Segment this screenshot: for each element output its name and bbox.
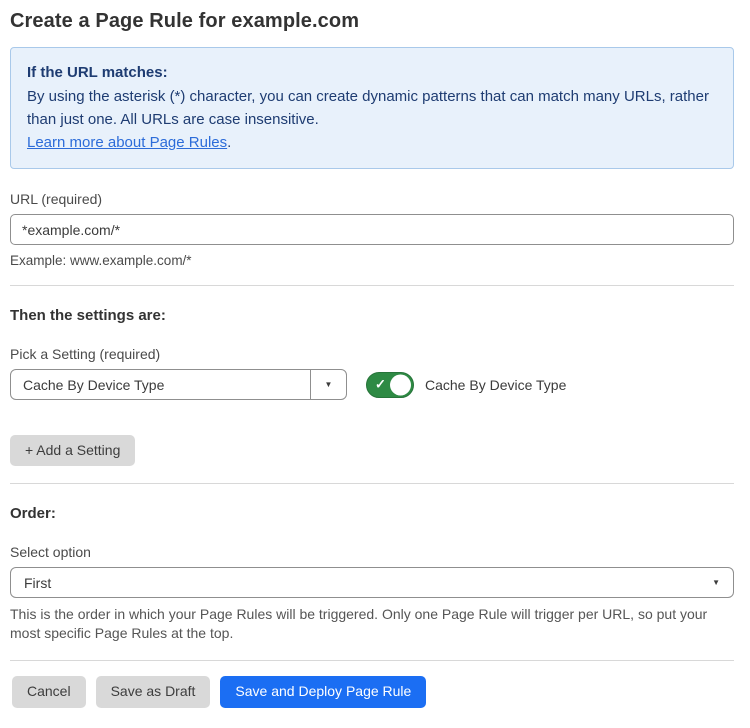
checkmark-icon: ✓: [375, 376, 386, 392]
page-rule-form: Create a Page Rule for example.com If th…: [0, 0, 750, 728]
save-as-draft-button[interactable]: Save as Draft: [96, 676, 211, 707]
chevron-down-icon: ▼: [712, 579, 720, 587]
divider: [10, 285, 734, 286]
toggle-label: Cache By Device Type: [425, 377, 566, 393]
info-banner-body: By using the asterisk (*) character, you…: [27, 85, 717, 131]
order-section-heading: Order:: [10, 505, 734, 522]
order-select-label: Select option: [10, 544, 734, 560]
page-title: Create a Page Rule for example.com: [10, 10, 734, 33]
divider: [10, 483, 734, 484]
settings-section-heading: Then the settings are:: [10, 307, 734, 324]
save-and-deploy-button[interactable]: Save and Deploy Page Rule: [220, 676, 426, 707]
url-example-helper: Example: www.example.com/*: [10, 253, 734, 268]
cache-by-device-type-toggle[interactable]: ✓: [366, 372, 414, 398]
setting-dropdown-value: Cache By Device Type: [11, 370, 310, 399]
divider: [10, 660, 734, 661]
order-dropdown[interactable]: First ▼: [10, 567, 734, 598]
pick-setting-label: Pick a Setting (required): [10, 346, 734, 362]
info-banner-link-line: Learn more about Page Rules.: [27, 131, 717, 154]
toggle-knob: [390, 374, 411, 395]
setting-dropdown-arrow-button[interactable]: ▼: [310, 370, 346, 399]
url-input[interactable]: [10, 214, 734, 245]
link-period: .: [227, 134, 231, 151]
chevron-down-icon: ▼: [325, 381, 333, 389]
info-banner-heading: If the URL matches:: [27, 61, 717, 84]
setting-dropdown[interactable]: Cache By Device Type ▼: [10, 369, 347, 400]
order-dropdown-value: First: [24, 575, 51, 591]
url-field-label: URL (required): [10, 191, 734, 207]
cancel-button[interactable]: Cancel: [12, 676, 86, 707]
url-match-info-banner: If the URL matches: By using the asteris…: [10, 47, 734, 169]
add-setting-button[interactable]: + Add a Setting: [10, 435, 135, 466]
learn-more-link[interactable]: Learn more about Page Rules: [27, 134, 227, 151]
footer-actions: Cancel Save as Draft Save and Deploy Pag…: [10, 676, 734, 707]
order-helper-text: This is the order in which your Page Rul…: [10, 605, 730, 643]
setting-row: Cache By Device Type ▼ ✓ Cache By Device…: [10, 369, 734, 400]
